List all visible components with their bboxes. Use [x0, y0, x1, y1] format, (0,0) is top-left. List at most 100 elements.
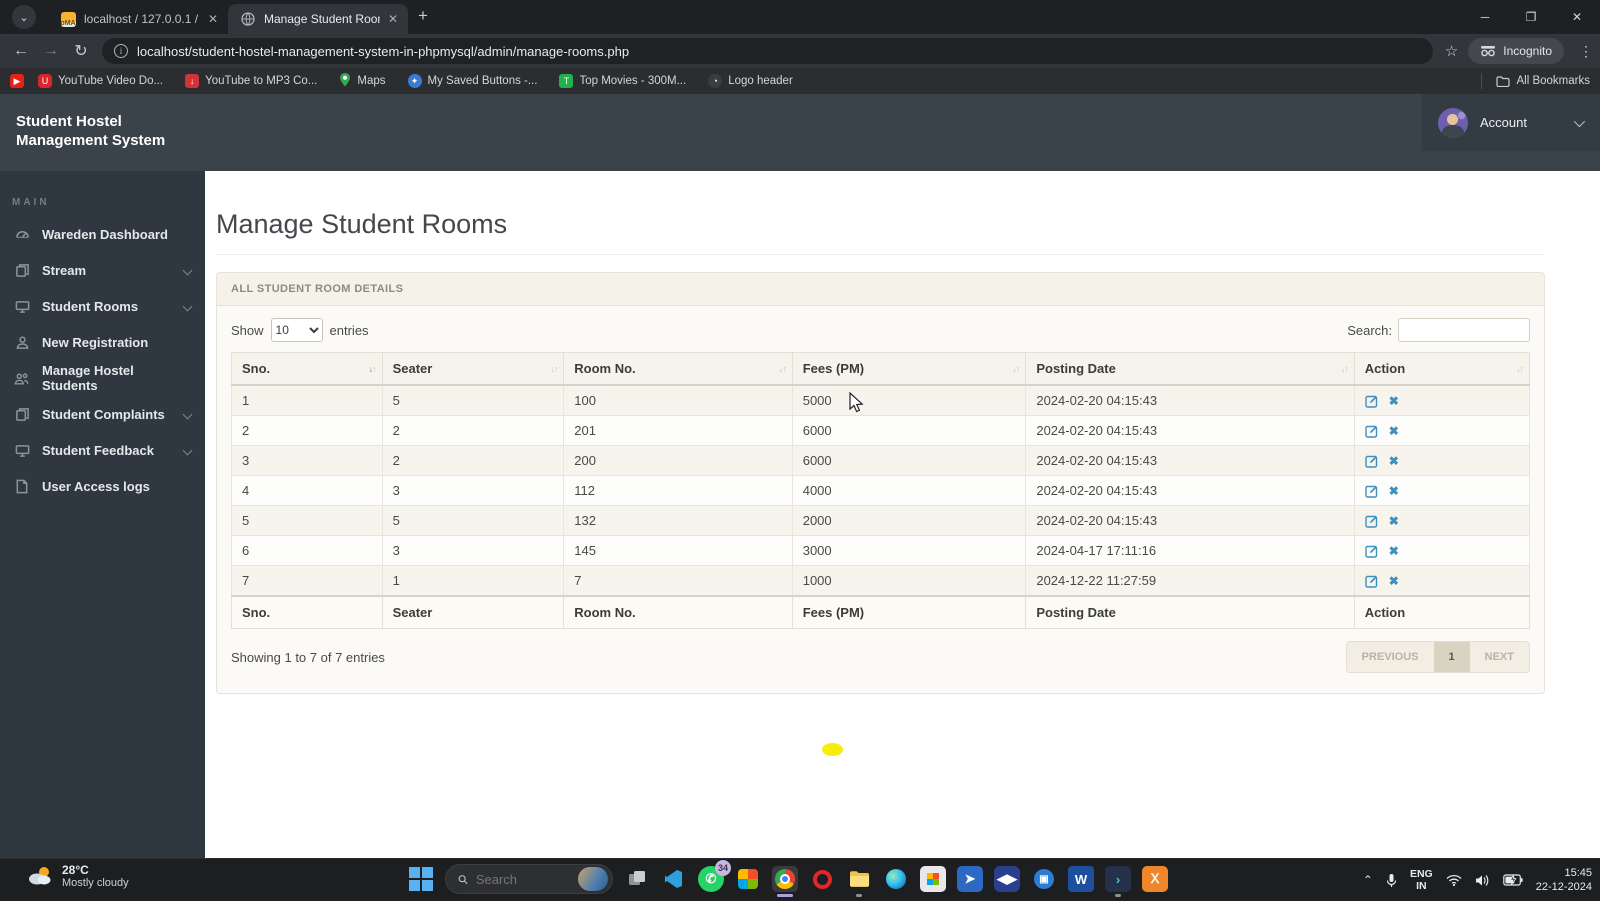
chrome-icon[interactable]	[772, 866, 798, 892]
minimize-button[interactable]: ─	[1462, 10, 1508, 24]
tray-date: 22-12-2024	[1536, 880, 1592, 894]
tab-manage-student-rooms[interactable]: Manage Student Rooms ✕	[228, 4, 408, 34]
phpmyadmin-icon: pMA	[60, 11, 76, 27]
movies-app-icon[interactable]: ➤	[957, 866, 983, 892]
taskbar-search-input[interactable]	[476, 872, 570, 887]
sidebar-item-student-complaints[interactable]: Student Complaints	[0, 396, 205, 432]
microphone-icon[interactable]	[1386, 873, 1397, 888]
new-tab-button[interactable]: +	[418, 6, 428, 26]
blue-circle-app-icon[interactable]: ▣	[1031, 866, 1057, 892]
sidebar-item-user-access-logs[interactable]: User Access logs	[0, 468, 205, 504]
bookmark-star-icon[interactable]: ☆	[1445, 42, 1458, 60]
back-button[interactable]: ←	[6, 42, 36, 60]
close-window-button[interactable]: ✕	[1554, 10, 1600, 24]
battery-icon[interactable]	[1503, 874, 1523, 886]
vscode-icon[interactable]	[661, 866, 687, 892]
copy-icon	[14, 262, 30, 278]
address-bar[interactable]: i localhost/student-hostel-management-sy…	[102, 38, 1433, 64]
start-button[interactable]	[408, 866, 434, 892]
delete-icon[interactable]: ✖	[1389, 544, 1399, 558]
edit-icon[interactable]	[1365, 484, 1379, 498]
incognito-icon	[1480, 45, 1496, 57]
column-header-fees[interactable]: Fees (PM)↓↑	[792, 353, 1026, 386]
table-footer-row: Sno. Seater Room No. Fees (PM) Posting D…	[232, 596, 1530, 629]
delete-icon[interactable]: ✖	[1389, 454, 1399, 468]
sidebar-item-stream[interactable]: Stream	[0, 252, 205, 288]
word-icon[interactable]: W	[1068, 866, 1094, 892]
sidebar-item-student-feedback[interactable]: Student Feedback	[0, 432, 205, 468]
opera-icon[interactable]	[809, 866, 835, 892]
account-menu[interactable]: Account	[1422, 94, 1600, 151]
reload-button[interactable]: ↻	[66, 41, 96, 61]
edit-icon[interactable]	[1365, 514, 1379, 528]
bookmark-item[interactable]: T Top Movies - 300M...	[559, 74, 686, 88]
delete-icon[interactable]: ✖	[1389, 484, 1399, 498]
chevron-down-icon	[183, 445, 193, 455]
forward-button[interactable]: →	[36, 42, 66, 60]
delete-icon[interactable]: ✖	[1389, 394, 1399, 408]
column-header-date[interactable]: Posting Date↓↑	[1026, 353, 1354, 386]
tray-expand-icon[interactable]: ⌃	[1363, 873, 1373, 887]
wifi-icon[interactable]	[1446, 874, 1462, 886]
sidebar: MAIN Wareden Dashboard Stream Student Ro…	[0, 171, 205, 858]
url-text: localhost/student-hostel-management-syst…	[137, 44, 629, 59]
column-header-action[interactable]: Action↓↑	[1354, 353, 1529, 386]
delete-icon[interactable]: ✖	[1389, 574, 1399, 588]
sidebar-item-manage-hostel-students[interactable]: Manage Hostel Students	[0, 360, 205, 396]
browser-menu-button[interactable]: ⋮	[1572, 43, 1600, 60]
bookmark-item[interactable]: ▶	[10, 74, 24, 88]
edit-icon[interactable]	[1365, 544, 1379, 558]
delete-icon[interactable]: ✖	[1389, 514, 1399, 528]
sidebar-item-new-registration[interactable]: New Registration	[0, 324, 205, 360]
search-label: Search:	[1347, 323, 1392, 338]
taskbar: 28°C Mostly cloudy ✆34 ➤ ◀▶ ▣ W › ꓫ ⌃ EN…	[0, 858, 1600, 900]
all-bookmarks-button[interactable]: All Bookmarks	[1481, 73, 1591, 89]
edit-icon[interactable]	[1365, 424, 1379, 438]
sidebar-item-student-rooms[interactable]: Student Rooms	[0, 288, 205, 324]
sort-icon: ↓↑	[1012, 364, 1019, 374]
clock[interactable]: 15:45 22-12-2024	[1536, 866, 1592, 894]
entries-per-page-select[interactable]: 10	[271, 318, 323, 342]
search-highlight-image[interactable]	[578, 867, 608, 891]
xampp-icon[interactable]: ꓫ	[1142, 866, 1168, 892]
table-row: 71710002024-12-22 11:27:59 ✖	[232, 566, 1530, 597]
edit-icon[interactable]	[1365, 394, 1379, 408]
users-icon	[14, 370, 30, 386]
sidebar-item-wareden-dashboard[interactable]: Wareden Dashboard	[0, 216, 205, 252]
taskbar-search[interactable]	[445, 864, 613, 894]
column-header-seater[interactable]: Seater↓↑	[382, 353, 564, 386]
next-page-button[interactable]: NEXT	[1470, 642, 1529, 672]
tab-phpmyadmin[interactable]: pMA localhost / 127.0.0.1 / hostel | p ✕	[48, 4, 228, 34]
column-header-sno[interactable]: Sno.↓↑	[232, 353, 383, 386]
site-info-icon[interactable]: i	[114, 44, 128, 58]
whatsapp-icon[interactable]: ✆34	[698, 866, 724, 892]
tab-close-icon[interactable]: ✕	[208, 12, 218, 26]
restore-button[interactable]: ❐	[1508, 10, 1554, 24]
terminal-icon[interactable]: ›	[1105, 866, 1131, 892]
page-1-button[interactable]: 1	[1434, 642, 1470, 672]
sort-icon: ↓↑	[369, 364, 376, 374]
previous-page-button[interactable]: PREVIOUS	[1347, 642, 1434, 672]
tab-title: localhost / 127.0.0.1 / hostel | p	[84, 12, 200, 26]
edge-icon[interactable]	[883, 866, 909, 892]
bookmark-item[interactable]: ◔ Logo header	[708, 74, 793, 88]
bookmark-item[interactable]: ↓ YouTube to MP3 Co...	[185, 74, 317, 88]
microsoft-store-icon[interactable]	[920, 866, 946, 892]
bookmark-item[interactable]: Maps	[339, 73, 385, 90]
bookmark-item[interactable]: ✦ My Saved Buttons -...	[408, 74, 538, 88]
table-search-input[interactable]	[1398, 318, 1530, 342]
delete-icon[interactable]: ✖	[1389, 424, 1399, 438]
weather-widget[interactable]: 28°C Mostly cloudy	[26, 863, 129, 889]
task-view-icon[interactable]	[624, 866, 650, 892]
microsoft-365-icon[interactable]	[735, 866, 761, 892]
tab-search-button[interactable]: ⌄	[12, 5, 36, 29]
volume-icon[interactable]	[1475, 874, 1490, 887]
tab-close-icon[interactable]: ✕	[388, 12, 398, 26]
bookmark-item[interactable]: U YouTube Video Do...	[38, 74, 163, 88]
media-player-icon[interactable]: ◀▶	[994, 866, 1020, 892]
language-indicator[interactable]: ENGIN	[1410, 868, 1433, 892]
file-explorer-icon[interactable]	[846, 866, 872, 892]
edit-icon[interactable]	[1365, 574, 1379, 588]
column-header-room[interactable]: Room No.↓↑	[564, 353, 792, 386]
edit-icon[interactable]	[1365, 454, 1379, 468]
